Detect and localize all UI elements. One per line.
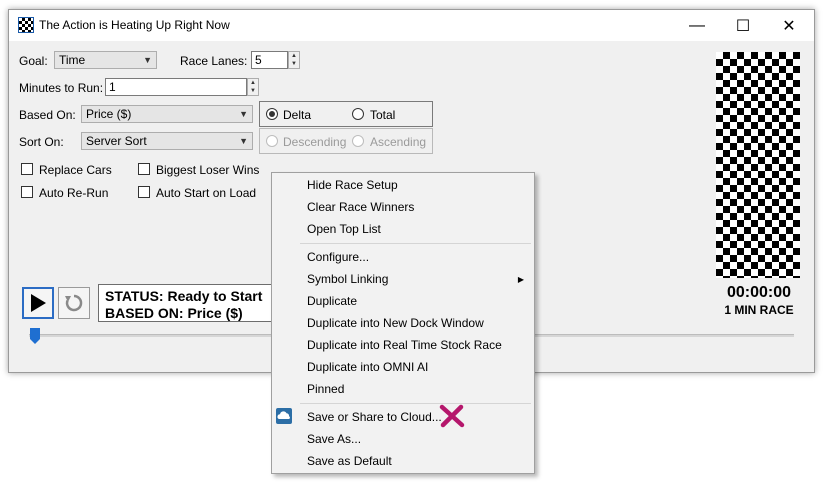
chevron-down-icon[interactable]: ▼ [248, 87, 258, 95]
menu-item-symbol-linking[interactable]: Symbol Linking [307, 272, 388, 286]
delta-radio[interactable] [266, 108, 278, 120]
play-icon [31, 294, 46, 312]
delta-total-group: Delta Total [259, 101, 433, 127]
submenu-arrow-icon: ▶ [517, 275, 524, 284]
race-timer: 00:00:00 [726, 284, 792, 301]
checkered-flag-icon [18, 17, 34, 33]
auto-start-label[interactable]: Auto Start on Load [156, 186, 256, 200]
based-on-label: Based On: [19, 108, 76, 122]
race-lanes-label: Race Lanes: [180, 54, 248, 68]
based-on-dropdown[interactable]: Price ($) ▼ [81, 105, 253, 123]
sort-direction-group: Descending Ascending [259, 128, 433, 154]
minutes-stepper[interactable]: ▲ ▼ [247, 78, 259, 96]
progress-slider-thumb[interactable] [30, 328, 40, 344]
menu-item-configure[interactable]: Configure... [307, 250, 369, 264]
total-radio[interactable] [352, 108, 364, 120]
chevron-down-icon: ▼ [143, 55, 152, 65]
replace-cars-checkbox[interactable] [21, 163, 33, 175]
descending-radio[interactable] [266, 135, 278, 147]
status-box: STATUS: Ready to Start BASED ON: Price (… [98, 284, 278, 322]
goal-value: Time [59, 53, 86, 67]
race-lanes-input[interactable]: 5 [251, 51, 288, 69]
ascending-radio[interactable] [352, 135, 364, 147]
title-bar[interactable]: The Action is Heating Up Right Now — ☐ ✕ [9, 10, 814, 41]
based-on-line: BASED ON: Price ($) [105, 305, 243, 321]
chevron-down-icon: ▼ [239, 109, 248, 119]
close-button[interactable]: ✕ [766, 10, 812, 41]
biggest-loser-label[interactable]: Biggest Loser Wins [156, 163, 259, 177]
sort-on-dropdown[interactable]: Server Sort ▼ [81, 132, 253, 150]
status-line: STATUS: Ready to Start [105, 288, 263, 304]
goal-label: Goal: [19, 54, 48, 68]
menu-separator [300, 243, 531, 244]
play-button[interactable] [22, 287, 54, 319]
replace-cars-label[interactable]: Replace Cars [39, 163, 112, 177]
auto-start-checkbox[interactable] [138, 186, 150, 198]
context-menu: Hide Race Setup Clear Race Winners Open … [271, 172, 535, 474]
menu-item-duplicate[interactable]: Duplicate [307, 294, 357, 308]
total-label[interactable]: Total [370, 108, 395, 122]
chevron-down-icon[interactable]: ▼ [289, 60, 299, 68]
menu-item-duplicate-omni-ai[interactable]: Duplicate into OMNI AI [307, 360, 428, 374]
chevron-down-icon: ▼ [239, 136, 248, 146]
cloud-share-icon [276, 408, 292, 424]
checkered-flag-image [716, 52, 800, 278]
minutes-input[interactable]: 1 [105, 78, 247, 96]
x-mark-annotation-icon [439, 404, 465, 428]
menu-item-save-as[interactable]: Save As... [307, 432, 361, 446]
based-on-value: Price ($) [86, 107, 132, 121]
reset-button[interactable] [58, 287, 90, 319]
chevron-up-icon[interactable]: ▲ [289, 52, 299, 60]
window-title: The Action is Heating Up Right Now [39, 18, 230, 32]
auto-rerun-label[interactable]: Auto Re-Run [39, 186, 108, 200]
menu-item-duplicate-stock-race[interactable]: Duplicate into Real Time Stock Race [307, 338, 502, 352]
menu-item-duplicate-new-dock[interactable]: Duplicate into New Dock Window [307, 316, 484, 330]
menu-item-save-share-cloud[interactable]: Save or Share to Cloud... [307, 410, 442, 424]
menu-item-clear-race-winners[interactable]: Clear Race Winners [307, 200, 414, 214]
descending-label[interactable]: Descending [283, 135, 346, 149]
chevron-up-icon[interactable]: ▲ [248, 79, 258, 87]
menu-item-hide-race-setup[interactable]: Hide Race Setup [307, 178, 398, 192]
ascending-label[interactable]: Ascending [370, 135, 426, 149]
menu-item-pinned[interactable]: Pinned [307, 382, 344, 396]
sort-on-value: Server Sort [86, 134, 147, 148]
menu-separator [300, 403, 531, 404]
sort-on-label: Sort On: [19, 135, 64, 149]
minutes-label: Minutes to Run: [19, 81, 104, 95]
reset-icon [65, 294, 83, 312]
menu-item-save-as-default[interactable]: Save as Default [307, 454, 392, 468]
auto-rerun-checkbox[interactable] [21, 186, 33, 198]
goal-dropdown[interactable]: Time ▼ [54, 51, 157, 69]
menu-item-open-top-list[interactable]: Open Top List [307, 222, 381, 236]
race-duration-label: 1 MIN RACE [724, 303, 794, 317]
maximize-button[interactable]: ☐ [720, 10, 766, 41]
minimize-button[interactable]: — [674, 10, 720, 41]
delta-label[interactable]: Delta [283, 108, 311, 122]
race-lanes-stepper[interactable]: ▲ ▼ [288, 51, 300, 69]
biggest-loser-checkbox[interactable] [138, 163, 150, 175]
